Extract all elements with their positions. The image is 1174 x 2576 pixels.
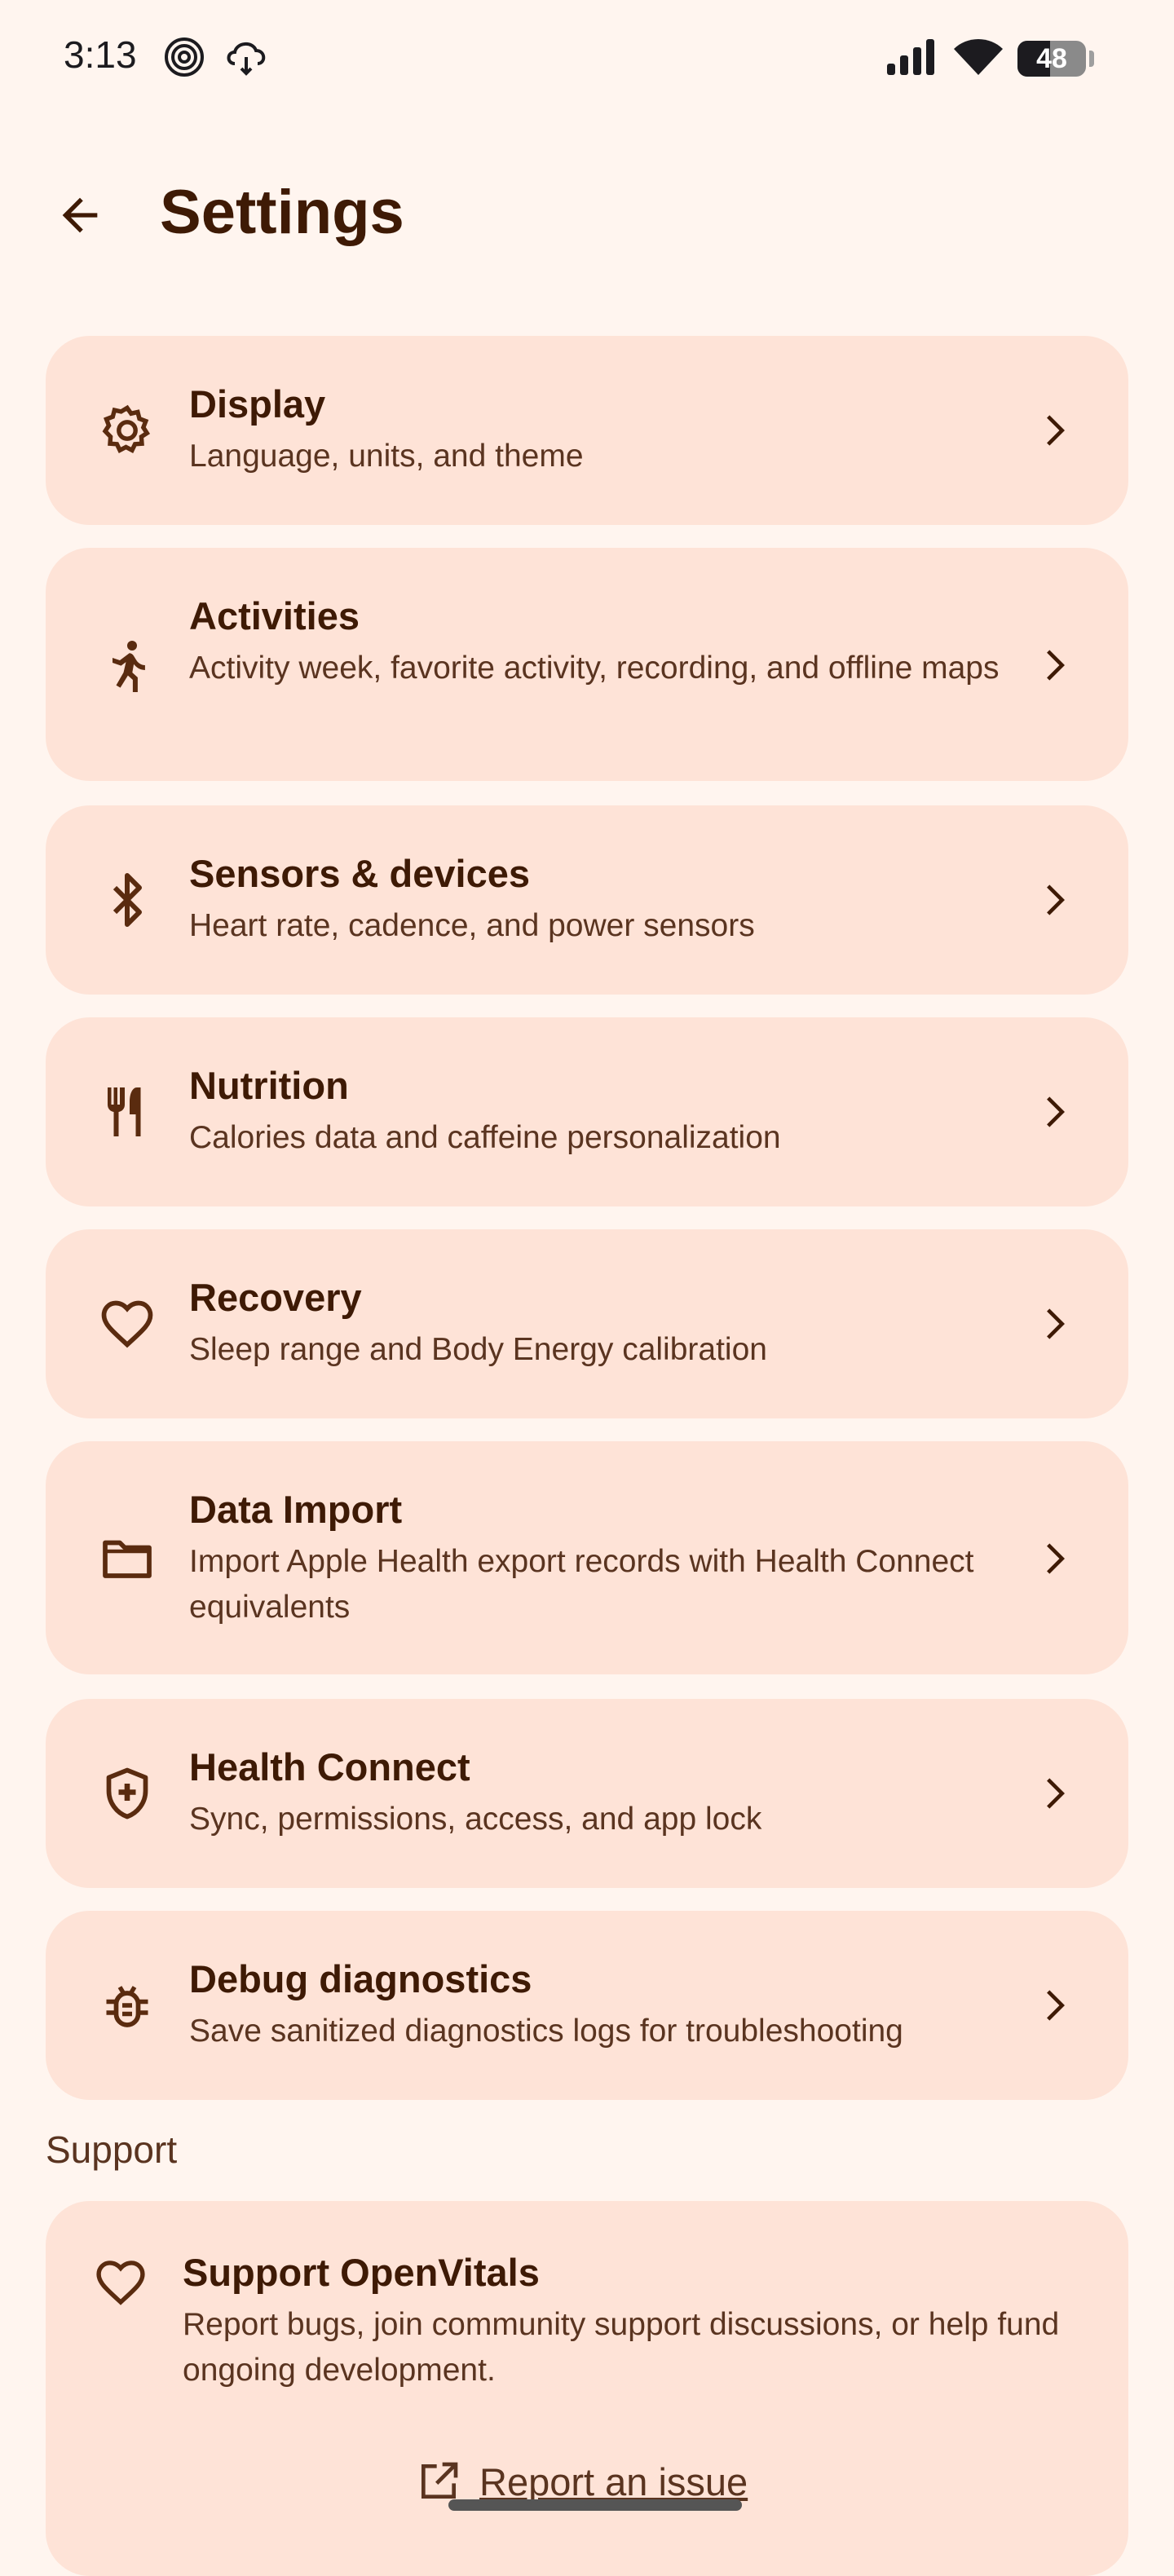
wifi-icon: [952, 37, 1004, 81]
chevron-right-icon: [1029, 406, 1078, 455]
card-title: Data Import: [189, 1488, 403, 1531]
card-title: Nutrition: [189, 1064, 349, 1107]
cloud-notification-icon: [222, 36, 271, 82]
spiral-notification-icon: [163, 36, 205, 82]
card-text: Health Connect Sync, permissions, access…: [189, 1741, 1006, 1842]
card-text: Support OpenVitals Report bugs, join com…: [183, 2247, 1071, 2393]
status-bar: 3:13 48: [0, 0, 1174, 122]
chevron-right-icon: [1029, 1299, 1078, 1348]
settings-card-sensors[interactable]: Sensors & devices Heart rate, cadence, a…: [46, 805, 1128, 995]
card-text: Display Language, units, and theme: [189, 378, 1006, 479]
card-title: Activities: [189, 594, 360, 637]
support-subtitle: Report bugs, join community support disc…: [183, 2307, 1060, 2388]
card-text: Nutrition Calories data and caffeine per…: [189, 1060, 1006, 1161]
signal-icon: [885, 37, 938, 81]
card-text: Recovery Sleep range and Body Energy cal…: [189, 1272, 1006, 1373]
card-text: Sensors & devices Heart rate, cadence, a…: [189, 848, 1006, 949]
status-time: 3:13: [64, 33, 137, 76]
home-indicator[interactable]: [448, 2499, 742, 2511]
card-text: Data Import Import Apple Health export r…: [189, 1484, 1006, 1630]
card-subtitle: Activity week, favorite activity, record…: [189, 651, 1000, 686]
folder-icon: [93, 1524, 161, 1593]
card-subtitle: Sync, permissions, access, and app lock: [189, 1802, 762, 1837]
chevron-right-icon: [1029, 1769, 1078, 1818]
run-icon: [93, 631, 161, 699]
bluetooth-icon: [93, 866, 161, 934]
settings-card-health-connect[interactable]: Health Connect Sync, permissions, access…: [46, 1699, 1128, 1888]
card-title: Health Connect: [189, 1745, 470, 1789]
battery-nub: [1089, 51, 1094, 67]
card-subtitle: Sleep range and Body Energy calibration: [189, 1332, 767, 1367]
section-header-support: Support: [46, 2128, 178, 2171]
settings-card-display[interactable]: Display Language, units, and theme: [46, 336, 1128, 525]
back-button[interactable]: [38, 173, 122, 258]
card-text: Activities Activity week, favorite activ…: [189, 590, 1006, 691]
settings-card-data-import[interactable]: Data Import Import Apple Health export r…: [46, 1441, 1128, 1674]
shield-plus-icon: [93, 1759, 161, 1828]
card-subtitle: Save sanitized diagnostics logs for trou…: [189, 2014, 903, 2049]
card-subtitle: Language, units, and theme: [189, 439, 584, 474]
report-issue-label: Report an issue: [479, 2459, 748, 2503]
support-title: Support OpenVitals: [183, 2251, 540, 2294]
page-title: Settings: [160, 178, 404, 247]
battery-level: 48: [1036, 42, 1067, 74]
heart-icon: [93, 1290, 161, 1358]
card-title: Debug diagnostics: [189, 1957, 532, 2000]
support-card: Support OpenVitals Report bugs, join com…: [46, 2201, 1128, 2576]
settings-card-debug[interactable]: Debug diagnostics Save sanitized diagnos…: [46, 1911, 1128, 2100]
bug-icon: [93, 1971, 161, 2040]
card-title: Recovery: [189, 1276, 362, 1319]
settings-card-nutrition[interactable]: Nutrition Calories data and caffeine per…: [46, 1017, 1128, 1206]
chevron-right-icon: [1029, 1534, 1078, 1583]
card-subtitle: Calories data and caffeine personalizati…: [189, 1120, 781, 1155]
battery-indicator: 48: [1017, 41, 1086, 77]
external-link-icon: [421, 2462, 458, 2499]
arrow-back-icon: [62, 197, 98, 233]
app-bar: Settings: [0, 147, 1174, 269]
chevron-right-icon: [1029, 1981, 1078, 2030]
card-subtitle: Heart rate, cadence, and power sensors: [189, 908, 755, 943]
report-issue-link[interactable]: Report an issue: [416, 2459, 748, 2504]
chevron-right-icon: [1029, 641, 1078, 690]
settings-card-recovery[interactable]: Recovery Sleep range and Body Energy cal…: [46, 1229, 1128, 1418]
chevron-right-icon: [1029, 1087, 1078, 1136]
card-text: Debug diagnostics Save sanitized diagnos…: [189, 1953, 1006, 2054]
card-title: Display: [189, 382, 326, 426]
card-title: Sensors & devices: [189, 852, 530, 895]
settings-card-activities[interactable]: Activities Activity week, favorite activ…: [46, 548, 1128, 781]
chevron-right-icon: [1029, 876, 1078, 924]
card-subtitle: Import Apple Health export records with …: [189, 1544, 974, 1625]
fork-knife-icon: [93, 1078, 161, 1146]
heart-icon: [86, 2248, 155, 2317]
gear-icon: [93, 396, 161, 465]
